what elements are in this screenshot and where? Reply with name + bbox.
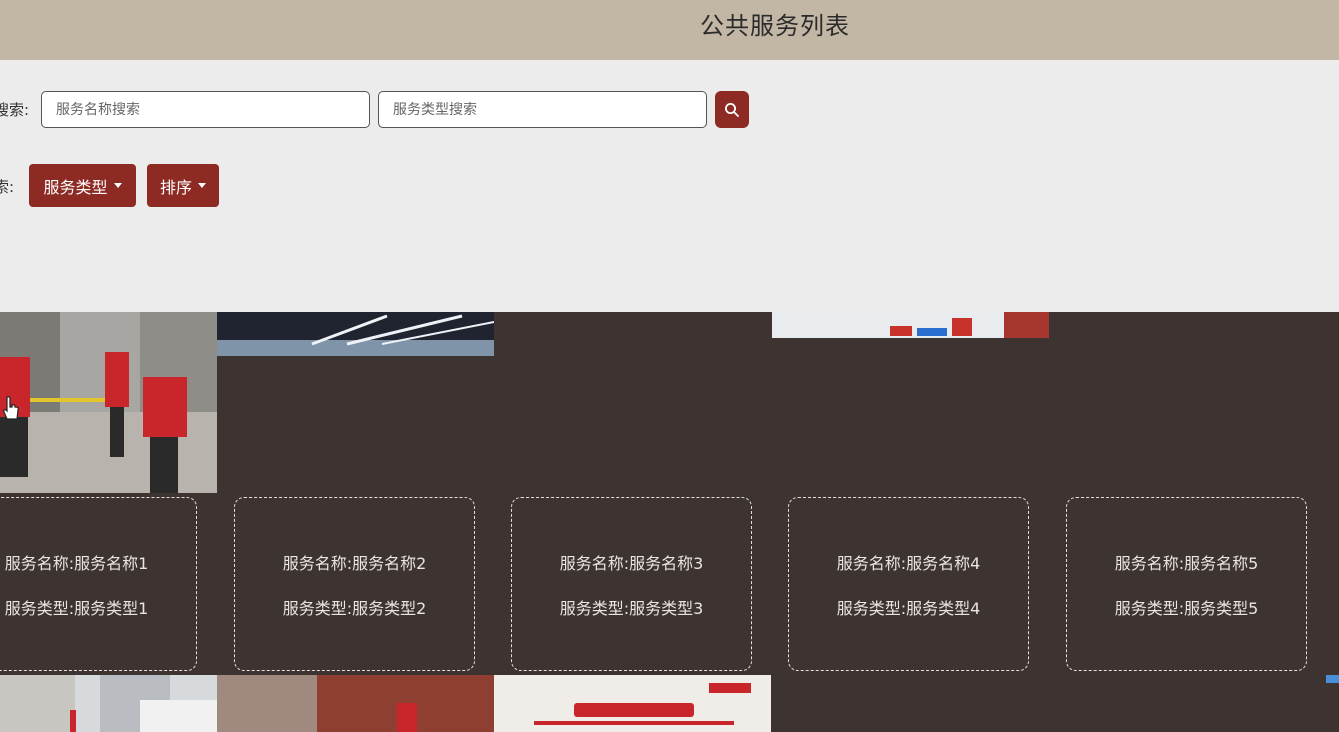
service-photo-7[interactable] — [217, 675, 494, 732]
service-photo-4[interactable] — [772, 312, 1049, 338]
service-type: 服务类型:服务类型2 — [282, 598, 427, 618]
service-type-dropdown[interactable]: 服务类型 — [29, 164, 136, 207]
service-type: 服务类型:服务类型1 — [4, 598, 149, 618]
search-icon — [725, 102, 739, 117]
service-name: 服务名称:服务名称2 — [282, 553, 427, 573]
title-bar: 公共服务列表 — [0, 0, 1339, 60]
service-name: 服务名称:服务名称3 — [559, 553, 704, 573]
service-name: 服务名称:服务名称4 — [836, 553, 981, 573]
service-photo-6[interactable] — [0, 675, 217, 732]
service-card-4[interactable]: 服务名称:服务名称4 服务类型:服务类型4 — [788, 497, 1029, 671]
search-label: 搜索: — [0, 101, 30, 119]
service-card-5[interactable]: 服务名称:服务名称5 服务类型:服务类型5 — [1066, 497, 1307, 671]
service-photo-2[interactable] — [217, 312, 494, 356]
service-photo-edge — [1326, 675, 1339, 683]
service-name: 服务名称:服务名称1 — [4, 553, 149, 573]
page-title: 公共服务列表 — [700, 12, 850, 40]
search-button[interactable] — [715, 91, 749, 128]
service-type-dropdown-label: 服务类型 — [43, 177, 108, 197]
service-type: 服务类型:服务类型5 — [1114, 598, 1259, 618]
service-type: 服务类型:服务类型3 — [559, 598, 704, 618]
service-photo-8[interactable] — [494, 675, 771, 732]
service-name-search-input[interactable] — [41, 91, 370, 128]
service-card-1[interactable]: 服务名称:服务名称1 服务类型:服务类型1 — [0, 497, 197, 671]
service-card-3[interactable]: 服务名称:服务名称3 服务类型:服务类型3 — [511, 497, 752, 671]
service-name: 服务名称:服务名称5 — [1114, 553, 1259, 573]
chevron-down-icon — [113, 183, 122, 188]
service-card-2[interactable]: 服务名称:服务名称2 服务类型:服务类型2 — [234, 497, 475, 671]
sort-dropdown[interactable]: 排序 — [147, 164, 219, 207]
service-type-search-input[interactable] — [378, 91, 707, 128]
mouse-cursor-icon — [2, 395, 20, 427]
service-type: 服务类型:服务类型4 — [836, 598, 981, 618]
service-photo-1[interactable] — [0, 312, 217, 493]
filter-label: 索: — [0, 178, 15, 196]
sort-dropdown-label: 排序 — [159, 177, 192, 197]
chevron-down-icon — [198, 183, 206, 188]
